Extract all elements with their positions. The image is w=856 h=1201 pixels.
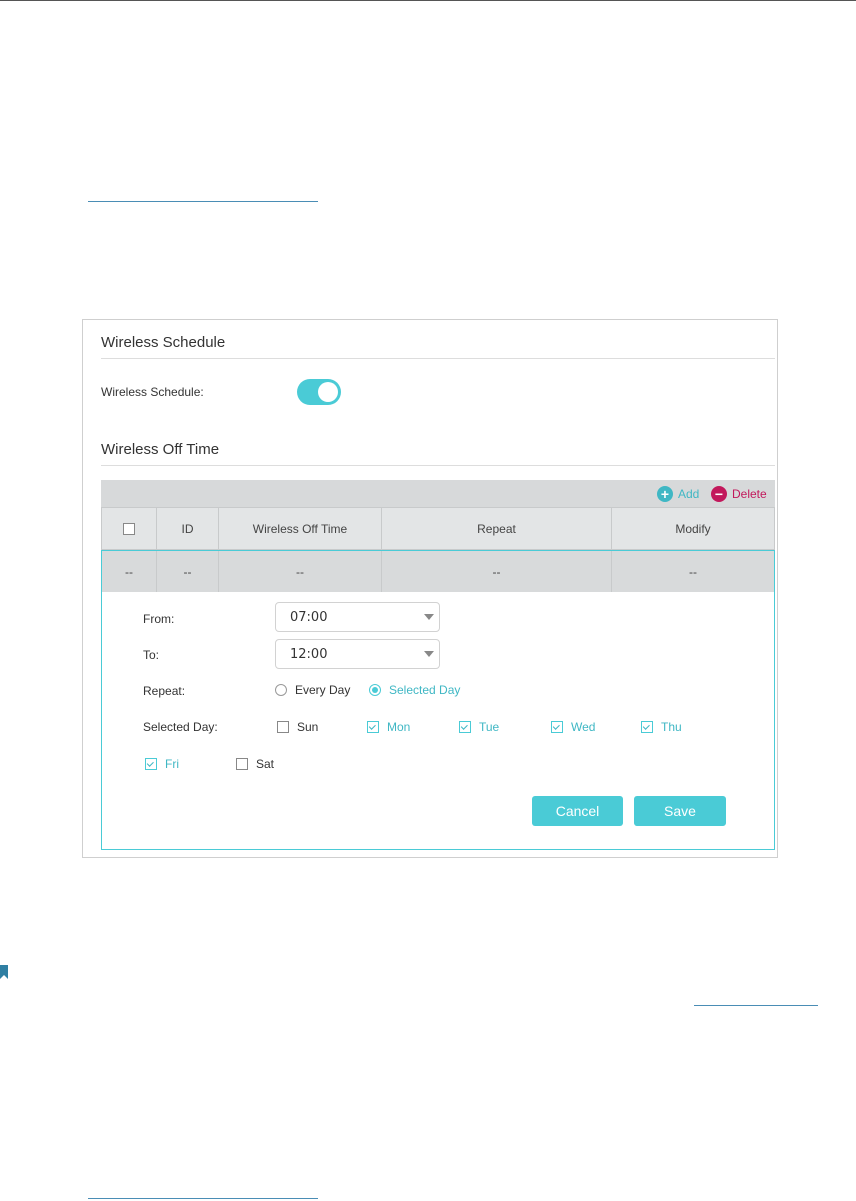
header-id: ID bbox=[157, 508, 219, 549]
row-modify-cell: -- bbox=[689, 564, 697, 579]
wireless-schedule-toggle[interactable] bbox=[297, 379, 341, 405]
cancel-button[interactable]: Cancel bbox=[532, 796, 623, 826]
thu-checkbox[interactable] bbox=[641, 721, 653, 733]
wireless-schedule-label: Wireless Schedule: bbox=[101, 385, 204, 399]
sat-label: Sat bbox=[256, 757, 275, 771]
day-tue[interactable]: Tue bbox=[459, 720, 499, 734]
wireless-off-time-heading: Wireless Off Time bbox=[101, 441, 220, 458]
delete-button[interactable]: − Delete bbox=[711, 480, 767, 507]
from-label: From: bbox=[143, 612, 175, 626]
row-select-cell: -- bbox=[102, 551, 157, 592]
tue-checkbox[interactable] bbox=[459, 721, 471, 733]
tue-label: Tue bbox=[479, 720, 500, 734]
bookmark-icon bbox=[0, 965, 8, 979]
sat-checkbox[interactable] bbox=[236, 758, 248, 770]
row-id-cell: -- bbox=[157, 551, 219, 592]
plus-icon: + bbox=[657, 485, 673, 502]
wed-label: Wed bbox=[571, 720, 596, 734]
page-top-rule bbox=[0, 0, 856, 1]
header-repeat: Repeat bbox=[382, 508, 612, 549]
from-time-value: 07:00 bbox=[290, 609, 328, 625]
section-divider bbox=[101, 358, 775, 359]
select-all-checkbox[interactable] bbox=[123, 522, 135, 535]
header-wireless-off-time: Wireless Off Time bbox=[219, 508, 382, 549]
to-label: To: bbox=[143, 648, 160, 662]
mon-label: Mon bbox=[387, 720, 411, 734]
wireless-schedule-heading: Wireless Schedule bbox=[101, 334, 226, 351]
day-mon[interactable]: Mon bbox=[367, 720, 410, 734]
add-button[interactable]: + Add bbox=[657, 480, 699, 507]
day-wed[interactable]: Wed bbox=[551, 720, 595, 734]
caret-down-icon bbox=[424, 614, 434, 620]
to-time-select[interactable]: 12:00 bbox=[275, 639, 440, 669]
mon-checkbox[interactable] bbox=[367, 721, 379, 733]
document-link-underline[interactable] bbox=[694, 1005, 818, 1006]
sun-label: Sun bbox=[297, 720, 319, 734]
repeat-every-day-option[interactable]: Every Day bbox=[275, 683, 350, 697]
selected-day-radio[interactable] bbox=[369, 684, 381, 696]
day-thu[interactable]: Thu bbox=[641, 720, 682, 734]
day-fri[interactable]: Fri bbox=[145, 757, 179, 771]
repeat-label: Repeat: bbox=[143, 684, 186, 698]
document-link-underline[interactable] bbox=[88, 1198, 318, 1199]
minus-icon: − bbox=[711, 485, 727, 502]
toggle-knob bbox=[318, 382, 338, 402]
day-sun[interactable]: Sun bbox=[277, 720, 318, 734]
every-day-radio[interactable] bbox=[275, 684, 287, 696]
header-modify: Modify bbox=[675, 521, 711, 536]
from-time-select[interactable]: 07:00 bbox=[275, 602, 440, 632]
off-time-edit-form: From: 07:00 To: 12:00 Repeat: Every Day … bbox=[101, 592, 775, 850]
save-button[interactable]: Save bbox=[634, 796, 726, 826]
selected-day-option-label: Selected Day bbox=[389, 683, 461, 697]
header-select-all-cell bbox=[102, 508, 157, 549]
document-link-underline[interactable] bbox=[88, 201, 318, 202]
wireless-schedule-panel: Wireless Schedule Wireless Schedule: Wir… bbox=[82, 319, 778, 858]
section-divider bbox=[101, 465, 775, 466]
row-off-time-cell: -- bbox=[219, 551, 382, 592]
wed-checkbox[interactable] bbox=[551, 721, 563, 733]
delete-label: Delete bbox=[732, 486, 767, 501]
selected-day-label: Selected Day: bbox=[143, 720, 218, 734]
repeat-selected-day-option[interactable]: Selected Day bbox=[369, 683, 460, 697]
add-label: Add bbox=[678, 486, 700, 501]
row-repeat-cell: -- bbox=[382, 551, 612, 592]
table-row: -- -- -- -- -- bbox=[101, 550, 775, 592]
table-header: ID Wireless Off Time Repeat Modify bbox=[101, 507, 775, 550]
caret-down-icon bbox=[424, 651, 434, 657]
fri-label: Fri bbox=[165, 757, 179, 771]
fri-checkbox[interactable] bbox=[145, 758, 157, 770]
every-day-label: Every Day bbox=[295, 683, 351, 697]
table-toolbar: + Add − Delete bbox=[101, 480, 775, 507]
sun-checkbox[interactable] bbox=[277, 721, 289, 733]
to-time-value: 12:00 bbox=[290, 646, 328, 662]
thu-label: Thu bbox=[661, 720, 682, 734]
day-sat[interactable]: Sat bbox=[236, 757, 274, 771]
